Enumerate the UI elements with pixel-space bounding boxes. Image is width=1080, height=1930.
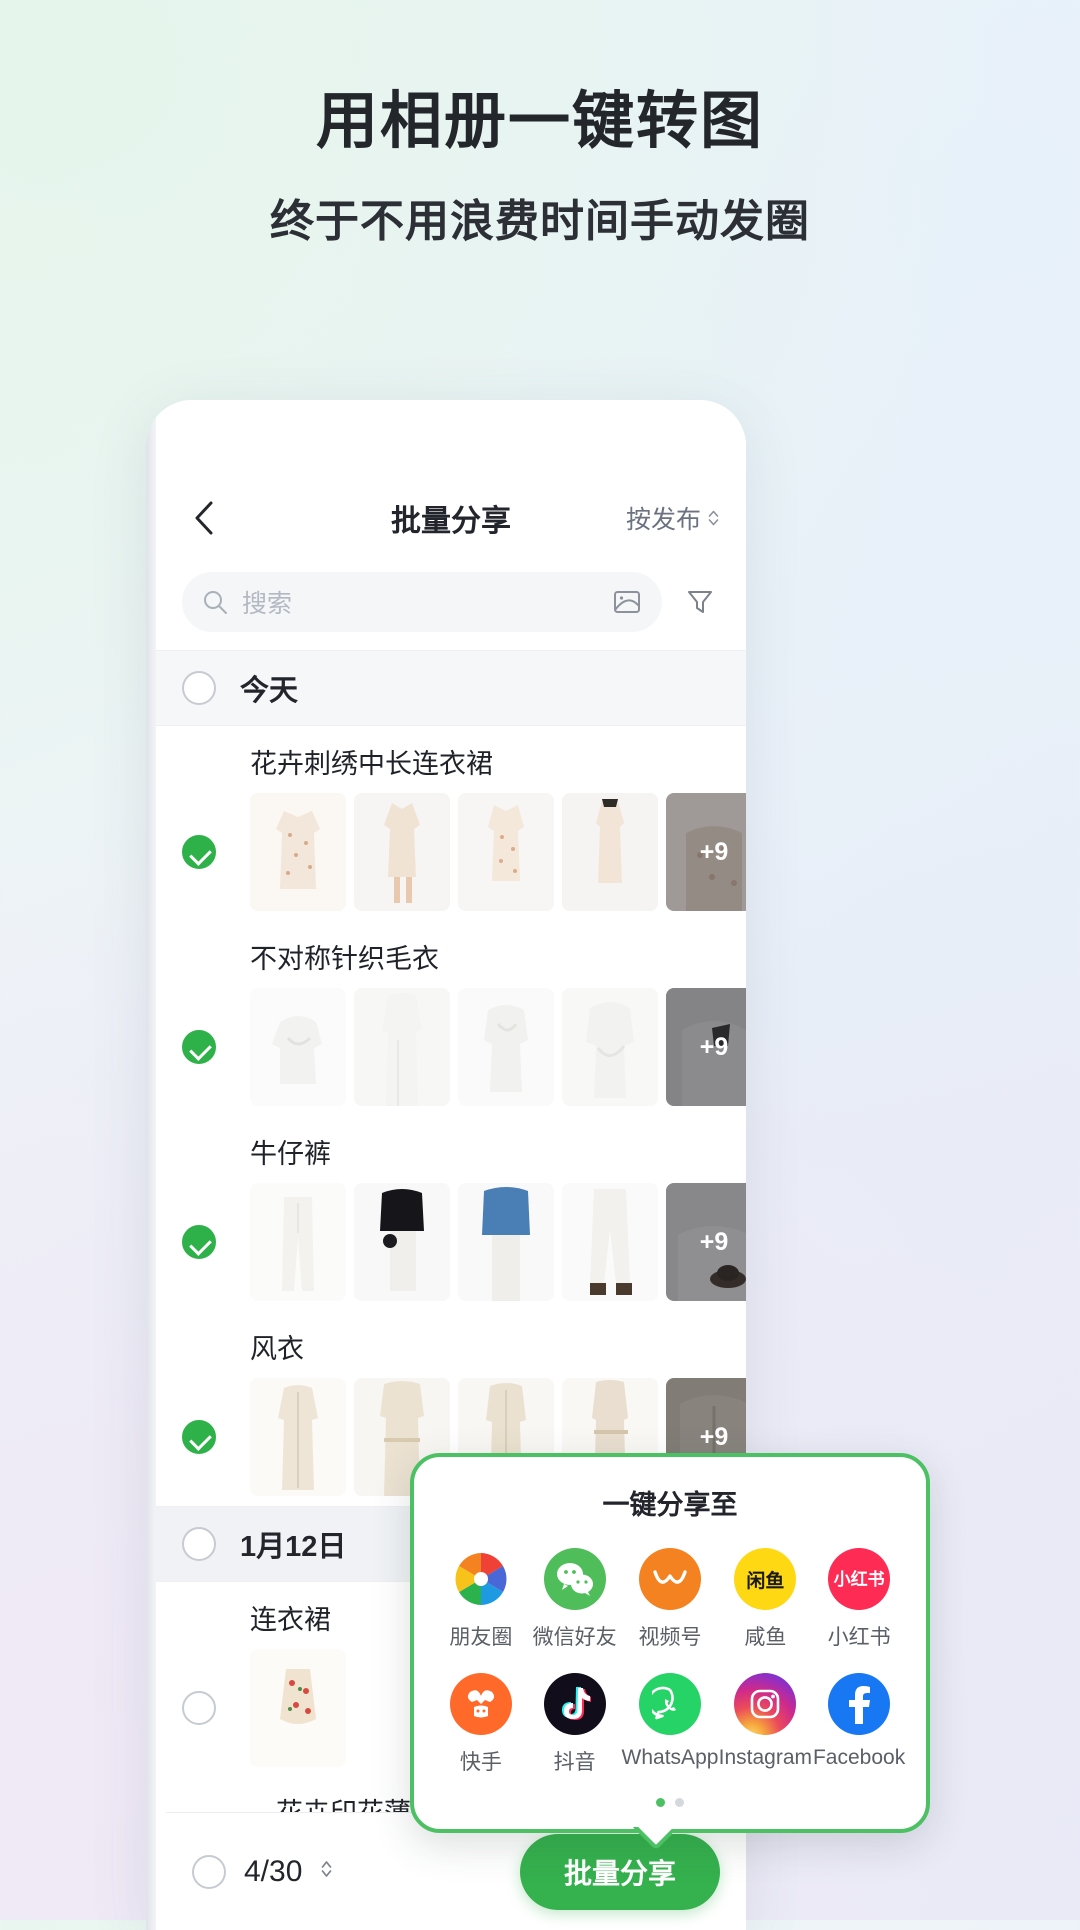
share-app-wechat-moments[interactable]: 朋友圈 bbox=[434, 1548, 528, 1651]
thumbnail[interactable] bbox=[458, 988, 554, 1106]
thumbnail-more[interactable]: +9 bbox=[666, 793, 746, 911]
share-app-grid: 朋友圈 微信好友 视频号 闲鱼 咸鱼 小红书 小红书 快手 抖音 WhatsAp… bbox=[434, 1548, 906, 1776]
sort-label: 按发布 bbox=[625, 506, 701, 534]
section-checkbox[interactable] bbox=[182, 1527, 216, 1561]
thumbnail[interactable] bbox=[250, 1649, 346, 1767]
wechat-icon bbox=[543, 1548, 606, 1610]
share-app-label: 朋友圈 bbox=[449, 1626, 513, 1649]
image-icon[interactable] bbox=[612, 587, 642, 617]
share-app-douyin[interactable]: 抖音 bbox=[528, 1673, 622, 1776]
sort-control[interactable]: 按发布 bbox=[626, 500, 720, 536]
share-app-instagram[interactable]: Instagram bbox=[718, 1673, 812, 1776]
product-title: 花卉刺绣中长连衣裙 bbox=[250, 749, 493, 779]
product-checkbox[interactable] bbox=[182, 1030, 216, 1064]
more-count-badge: +9 bbox=[666, 1183, 746, 1301]
product-row: 花卉刺绣中长连衣裙 +9 bbox=[156, 726, 746, 921]
share-app-label: 咸鱼 bbox=[744, 1626, 787, 1649]
share-popover: 一键分享至 朋友圈 微信好友 视频号 闲鱼 咸鱼 小红书 小红书 快手 抖音 W… bbox=[410, 1453, 930, 1833]
product-checkbox[interactable] bbox=[182, 1420, 216, 1454]
thumbnail[interactable] bbox=[562, 988, 658, 1106]
chevron-left-icon bbox=[195, 501, 213, 535]
share-popover-title: 一键分享至 bbox=[602, 1490, 738, 1520]
search-placeholder: 搜索 bbox=[242, 590, 293, 618]
funnel-filter-icon[interactable] bbox=[680, 582, 720, 622]
thumbnail[interactable] bbox=[250, 793, 346, 911]
share-app-label: 视频号 bbox=[638, 1626, 702, 1649]
chevron-up-down-icon bbox=[707, 509, 720, 527]
section-header-today[interactable]: 今天 bbox=[156, 650, 746, 726]
share-app-label: WhatsApp bbox=[621, 1746, 719, 1769]
product-checkbox-wrap bbox=[182, 835, 250, 869]
share-app-label: Instagram bbox=[718, 1746, 813, 1769]
section-checkbox[interactable] bbox=[182, 671, 216, 705]
share-app-whatsapp[interactable]: WhatsApp bbox=[621, 1673, 719, 1776]
section-label: 1月12日 bbox=[240, 1531, 347, 1563]
product-thumbnails: +9 bbox=[250, 988, 746, 1106]
page-indicator bbox=[434, 1798, 906, 1807]
kuaishou-icon bbox=[449, 1673, 512, 1735]
product-thumbnails bbox=[250, 1649, 346, 1767]
share-app-label: Facebook bbox=[812, 1746, 906, 1769]
douyin-icon bbox=[543, 1673, 606, 1735]
thumbnail-more[interactable]: +9 bbox=[666, 988, 746, 1106]
popover-tail bbox=[632, 1827, 672, 1851]
promo-subtitle: 终于不用浪费时间手动发圈 bbox=[270, 197, 810, 247]
facebook-icon bbox=[828, 1673, 891, 1735]
xianyu-icon: 闲鱼 bbox=[734, 1548, 797, 1610]
thumbnail[interactable] bbox=[458, 1183, 554, 1301]
thumbnail[interactable] bbox=[562, 793, 658, 911]
xiaohongshu-icon: 小红书 bbox=[828, 1548, 891, 1610]
promo-block: 用相册一键转图 终于不用浪费时间手动发圈 bbox=[0, 0, 1080, 249]
page-dot[interactable] bbox=[656, 1798, 665, 1807]
thumbnail[interactable] bbox=[250, 1378, 346, 1496]
whatsapp-icon bbox=[638, 1673, 701, 1735]
promo-title: 用相册一键转图 bbox=[315, 87, 764, 156]
product-row: 牛仔裤 +9 bbox=[156, 1116, 746, 1311]
share-app-wechat[interactable]: 微信好友 bbox=[528, 1548, 622, 1651]
wechat-moments-icon bbox=[450, 1548, 512, 1610]
more-count-badge: +9 bbox=[666, 793, 746, 911]
share-app-facebook[interactable]: Facebook bbox=[812, 1673, 906, 1776]
phone-left-edge bbox=[146, 400, 156, 1930]
thumbnail[interactable] bbox=[354, 793, 450, 911]
share-app-kuaishou[interactable]: 快手 bbox=[434, 1673, 528, 1776]
share-app-xianyu[interactable]: 闲鱼 咸鱼 bbox=[718, 1548, 812, 1651]
product-title: 不对称针织毛衣 bbox=[250, 944, 439, 974]
thumbnail[interactable] bbox=[250, 988, 346, 1106]
page-dot[interactable] bbox=[675, 1798, 684, 1807]
thumbnail[interactable] bbox=[354, 1183, 450, 1301]
thumbnail[interactable] bbox=[250, 1183, 346, 1301]
select-all-checkbox[interactable] bbox=[192, 1854, 226, 1889]
selection-count: 4/30 bbox=[244, 1854, 303, 1888]
share-app-label: 快手 bbox=[459, 1751, 502, 1774]
product-thumbnails: +9 bbox=[250, 793, 746, 911]
more-count-badge: +9 bbox=[666, 988, 746, 1106]
instagram-icon bbox=[734, 1673, 797, 1735]
share-app-xiaohongshu[interactable]: 小红书 小红书 bbox=[812, 1548, 906, 1651]
search-icon bbox=[204, 591, 227, 614]
thumbnail[interactable] bbox=[354, 988, 450, 1106]
product-checkbox[interactable] bbox=[182, 1225, 216, 1259]
thumbnail[interactable] bbox=[458, 793, 554, 911]
back-button[interactable] bbox=[182, 496, 226, 540]
product-checkbox[interactable] bbox=[182, 835, 216, 869]
share-app-label: 微信好友 bbox=[532, 1626, 617, 1649]
product-checkbox[interactable] bbox=[182, 1691, 216, 1725]
product-title: 风衣 bbox=[250, 1334, 304, 1364]
share-app-wechat-channels[interactable]: 视频号 bbox=[622, 1548, 719, 1651]
thumbnail-more[interactable]: +9 bbox=[666, 1183, 746, 1301]
product-row: 不对称针织毛衣 +9 bbox=[156, 921, 746, 1116]
product-title: 牛仔裤 bbox=[250, 1139, 331, 1169]
search-row: 搜索 bbox=[156, 564, 746, 650]
chevron-up-down-icon[interactable] bbox=[320, 1859, 333, 1884]
search-input[interactable]: 搜索 bbox=[182, 572, 662, 632]
batch-share-button[interactable]: 批量分享 bbox=[519, 1833, 720, 1910]
thumbnail[interactable] bbox=[562, 1183, 658, 1301]
app-navbar: 批量分享 按发布 bbox=[156, 472, 746, 564]
share-app-label: 抖音 bbox=[553, 1751, 596, 1774]
section-label: 今天 bbox=[240, 675, 299, 707]
share-app-label: 小红书 bbox=[827, 1626, 891, 1649]
product-thumbnails: +9 bbox=[250, 1183, 746, 1301]
wechat-channels-icon bbox=[638, 1548, 701, 1610]
